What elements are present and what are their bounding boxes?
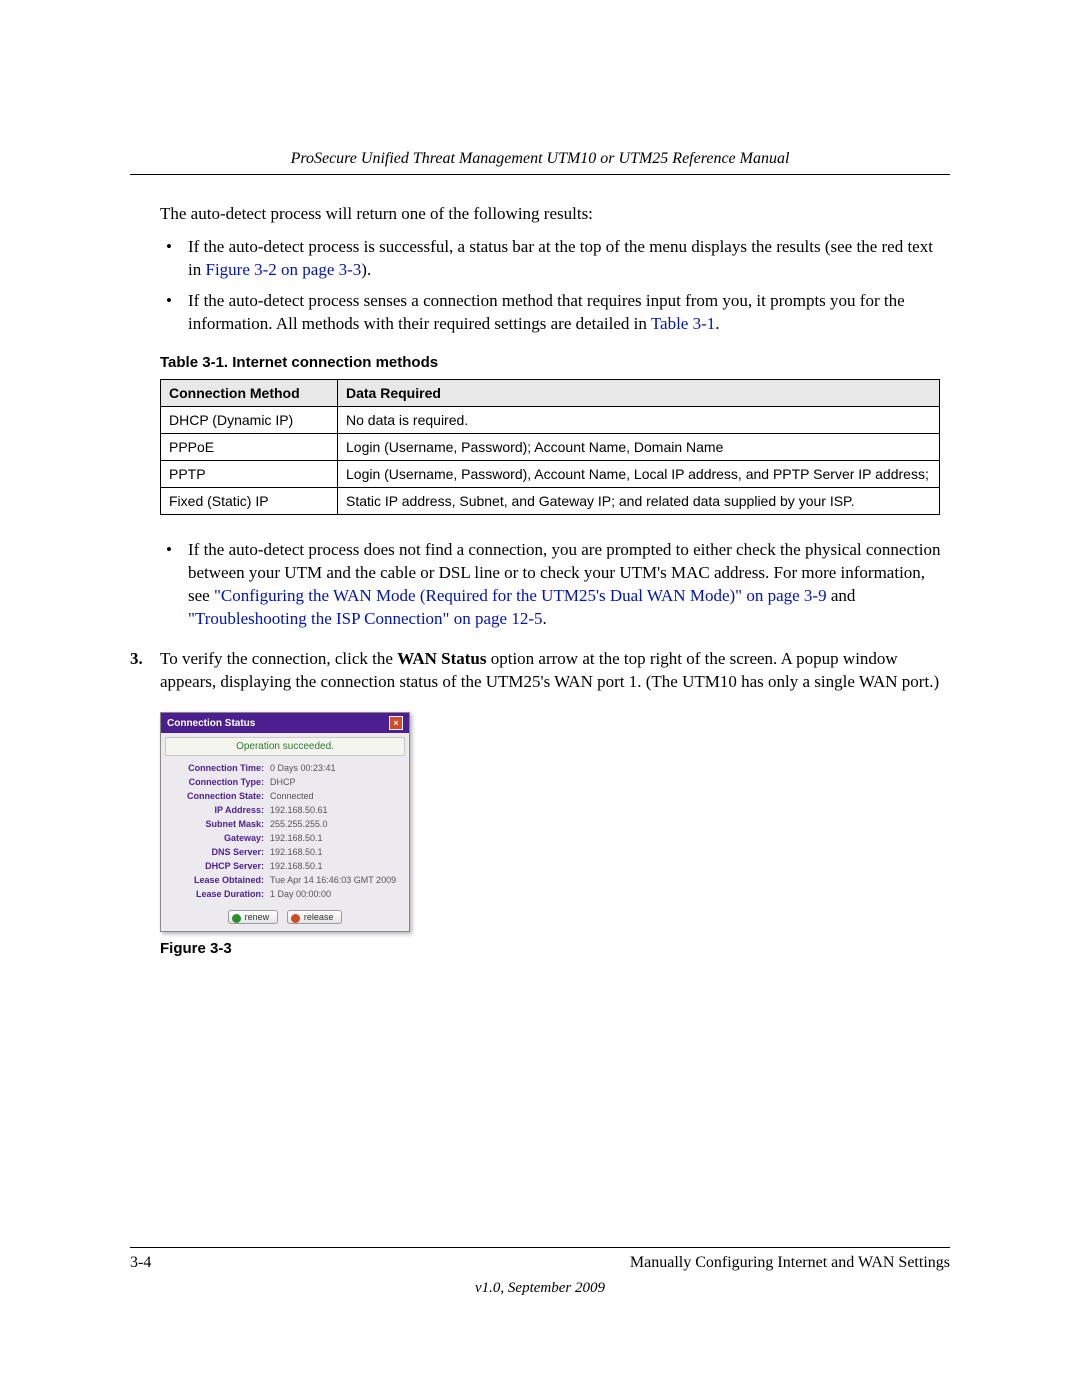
status-label: Connection Time: xyxy=(169,763,270,773)
bullet-text-tail: . xyxy=(543,609,547,628)
table-header-method: Connection Method xyxy=(161,379,338,406)
status-value: 192.168.50.1 xyxy=(270,847,401,857)
bullet-text-tail: . xyxy=(715,314,719,333)
table-cell: Fixed (Static) IP xyxy=(161,487,338,514)
status-value: Tue Apr 14 16:46:03 GMT 2009 xyxy=(270,875,401,885)
status-value: 192.168.50.1 xyxy=(270,861,401,871)
table-caption: Table 3-1. Internet connection methods xyxy=(160,354,950,371)
status-row: Gateway:192.168.50.1 xyxy=(165,831,405,845)
figure-caption: Figure 3-3 xyxy=(160,940,950,957)
bullet-list-2: If the auto-detect process does not find… xyxy=(160,539,950,631)
step-list: 3. To verify the connection, click the W… xyxy=(130,648,950,694)
table-cell: DHCP (Dynamic IP) xyxy=(161,406,338,433)
renew-button[interactable]: renew xyxy=(228,910,279,924)
status-value: 192.168.50.1 xyxy=(270,833,401,843)
wan-mode-link[interactable]: "Configuring the WAN Mode (Required for … xyxy=(214,586,827,605)
status-value: Connected xyxy=(270,791,401,801)
close-icon[interactable]: × xyxy=(389,716,403,730)
status-row: Connection Type:DHCP xyxy=(165,775,405,789)
wan-status-label: WAN Status xyxy=(397,649,486,668)
chapter-title: Manually Configuring Internet and WAN Se… xyxy=(630,1254,950,1272)
status-label: Gateway: xyxy=(169,833,270,843)
table-header-data: Data Required xyxy=(338,379,940,406)
connection-status-popup: Connection Status × Operation succeeded.… xyxy=(160,712,410,932)
status-row: IP Address:192.168.50.61 xyxy=(165,803,405,817)
connection-methods-table: Connection Method Data Required DHCP (Dy… xyxy=(160,379,940,515)
table-row: PPTP Login (Username, Password), Account… xyxy=(161,460,940,487)
status-label: DHCP Server: xyxy=(169,861,270,871)
table-row: Fixed (Static) IP Static IP address, Sub… xyxy=(161,487,940,514)
table-cell: Static IP address, Subnet, and Gateway I… xyxy=(338,487,940,514)
table-cell: PPTP xyxy=(161,460,338,487)
status-row: DHCP Server:192.168.50.1 xyxy=(165,859,405,873)
status-label: Lease Duration: xyxy=(169,889,270,899)
bullet-text: If the auto-detect process senses a conn… xyxy=(188,291,905,333)
status-row: Lease Duration:1 Day 00:00:00 xyxy=(165,887,405,901)
status-label: Subnet Mask: xyxy=(169,819,270,829)
step-text: To verify the connection, click the xyxy=(160,649,397,668)
table-link[interactable]: Table 3-1 xyxy=(651,314,715,333)
popup-title: Connection Status xyxy=(167,718,255,729)
table-cell: Login (Username, Password), Account Name… xyxy=(338,460,940,487)
status-value: 1 Day 00:00:00 xyxy=(270,889,401,899)
table-cell: PPPoE xyxy=(161,433,338,460)
popup-titlebar: Connection Status × xyxy=(161,713,409,733)
status-row: DNS Server:192.168.50.1 xyxy=(165,845,405,859)
bullet-text-tail: ). xyxy=(361,260,371,279)
status-label: IP Address: xyxy=(169,805,270,815)
troubleshoot-link[interactable]: "Troubleshooting the ISP Connection" on … xyxy=(188,609,543,628)
list-item: If the auto-detect process senses a conn… xyxy=(160,290,950,336)
figure-link[interactable]: Figure 3-2 on page 3-3 xyxy=(205,260,361,279)
status-row: Connection Time:0 Days 00:23:41 xyxy=(165,761,405,775)
status-value: 192.168.50.61 xyxy=(270,805,401,815)
status-label: DNS Server: xyxy=(169,847,270,857)
table-row: PPPoE Login (Username, Password); Accoun… xyxy=(161,433,940,460)
intro-paragraph: The auto-detect process will return one … xyxy=(160,203,950,226)
list-item: If the auto-detect process is successful… xyxy=(160,236,950,282)
bullet-text-mid: and xyxy=(827,586,856,605)
step-3: 3. To verify the connection, click the W… xyxy=(130,648,950,694)
page-number: 3-4 xyxy=(130,1254,151,1272)
table-cell: Login (Username, Password); Account Name… xyxy=(338,433,940,460)
status-value: 255.255.255.0 xyxy=(270,819,401,829)
status-row: Lease Obtained:Tue Apr 14 16:46:03 GMT 2… xyxy=(165,873,405,887)
status-message: Operation succeeded. xyxy=(165,737,405,756)
running-header: ProSecure Unified Threat Management UTM1… xyxy=(130,150,950,168)
page-footer: 3-4 Manually Configuring Internet and WA… xyxy=(130,1247,950,1297)
table-row: DHCP (Dynamic IP) No data is required. xyxy=(161,406,940,433)
table-cell: No data is required. xyxy=(338,406,940,433)
status-value: DHCP xyxy=(270,777,401,787)
list-item: If the auto-detect process does not find… xyxy=(160,539,950,631)
status-label: Connection Type: xyxy=(169,777,270,787)
release-button[interactable]: release xyxy=(287,910,343,924)
status-row: Subnet Mask:255.255.255.0 xyxy=(165,817,405,831)
bullet-list-1: If the auto-detect process is successful… xyxy=(160,236,950,336)
version-footer: v1.0, September 2009 xyxy=(130,1280,950,1297)
status-label: Connection State: xyxy=(169,791,270,801)
status-label: Lease Obtained: xyxy=(169,875,270,885)
status-value: 0 Days 00:23:41 xyxy=(270,763,401,773)
step-number: 3. xyxy=(130,648,143,671)
status-row: Connection State:Connected xyxy=(165,789,405,803)
footer-rule xyxy=(130,1247,950,1248)
